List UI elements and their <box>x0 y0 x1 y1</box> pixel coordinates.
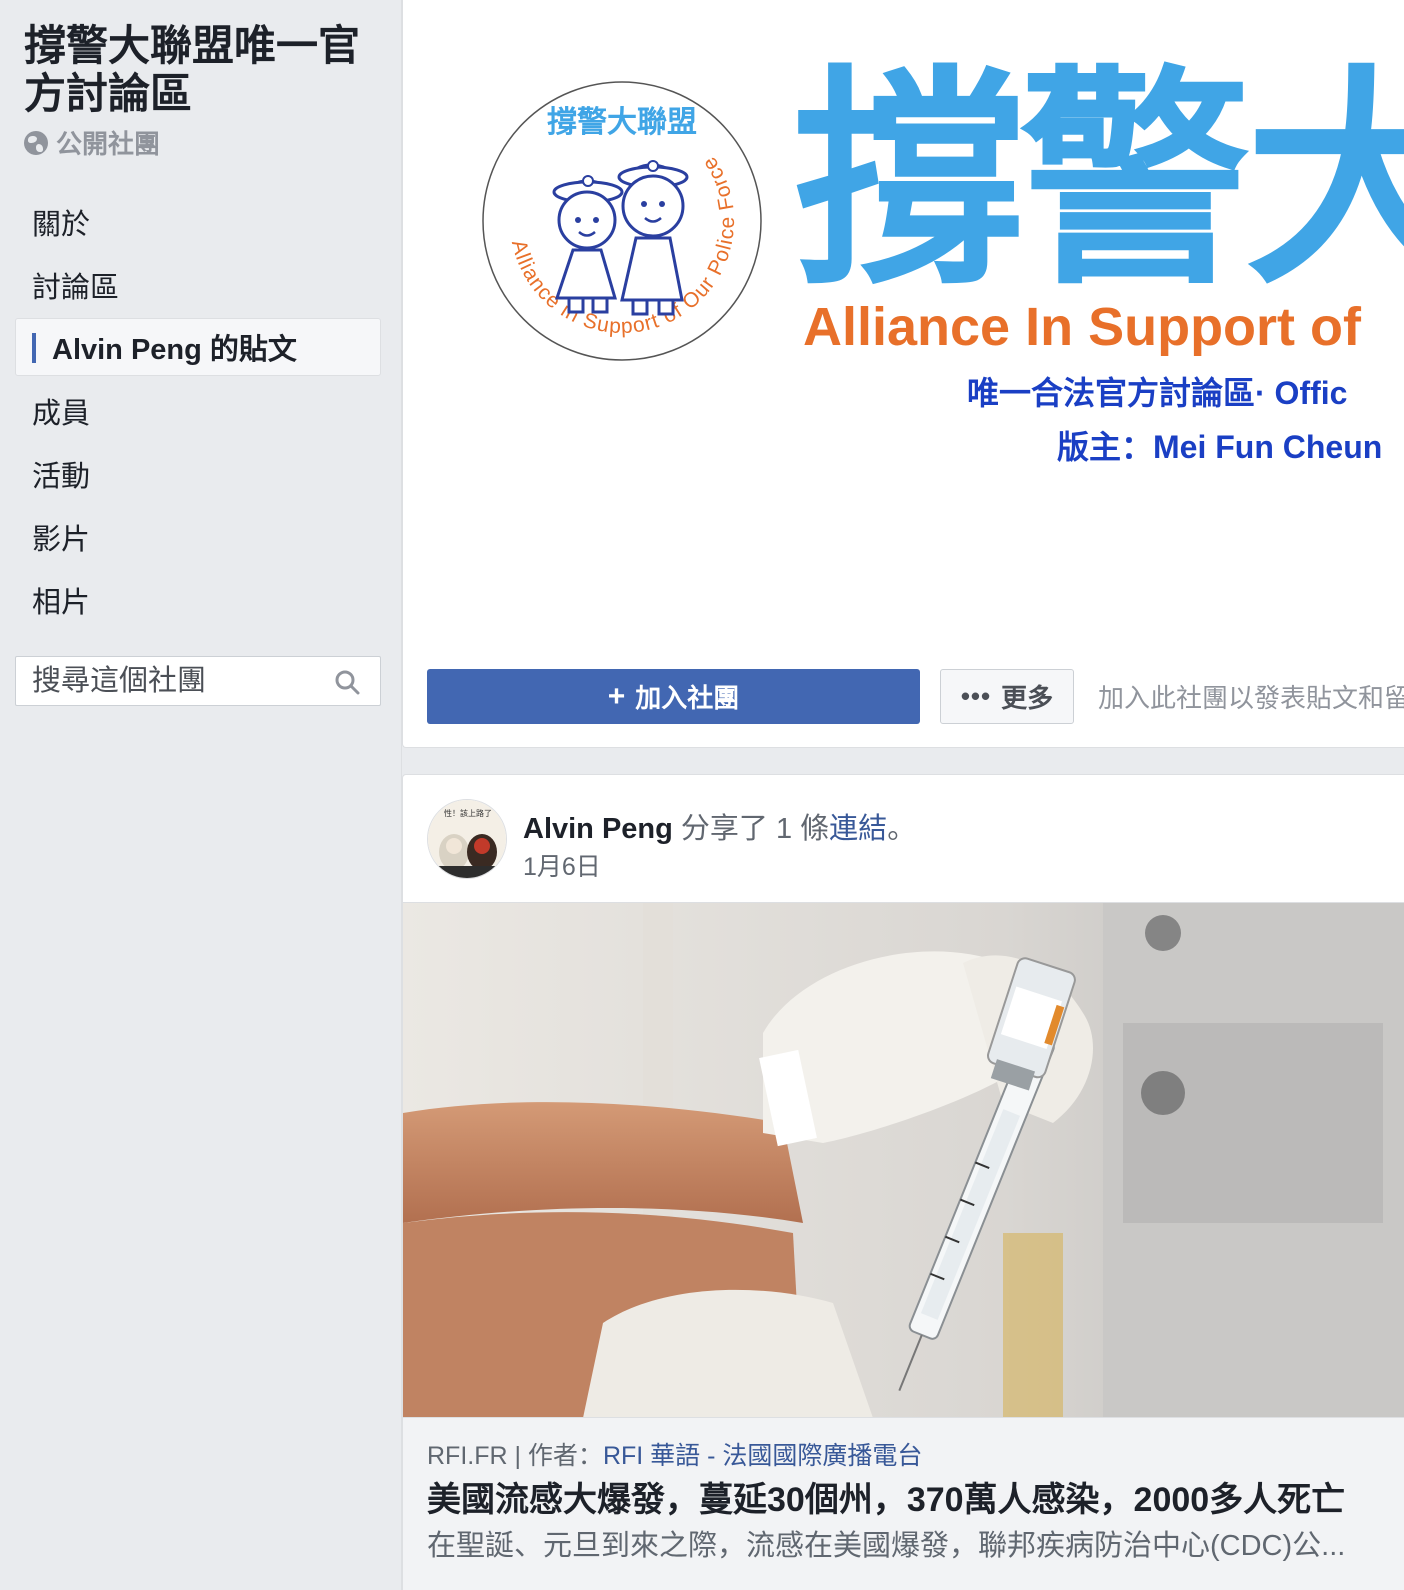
privacy-status: 公開社團 <box>24 124 160 161</box>
nav-item-about[interactable]: 關於 <box>15 190 381 253</box>
alliance-logo: Alliance in Support of Our Police Force … <box>482 81 762 361</box>
cover-english-title: Alliance In Support of <box>803 297 1362 357</box>
link-source: RFI.FR | 作者：RFI 華語 - 法國國際廣播電台 <box>427 1436 922 1472</box>
more-button[interactable]: ••• 更多 <box>940 669 1074 724</box>
join-hint-text: 加入此社團以發表貼文和留 <box>1098 683 1404 713</box>
nav-item-events[interactable]: 活動 <box>15 442 381 505</box>
post-link[interactable]: 連結 <box>829 813 887 845</box>
nav-item-member-posts[interactable]: Alvin Peng 的貼文 <box>15 318 381 376</box>
avatar[interactable]: 性！該上路了 <box>427 799 507 879</box>
join-group-button[interactable]: + 加入社團 <box>427 669 920 724</box>
link-preview[interactable]: RFI.FR | 作者：RFI 華語 - 法國國際廣播電台 美國流感大爆發，蔓延… <box>403 1417 1404 1590</box>
svg-text:撐警大聯盟: 撐警大聯盟 <box>547 105 697 140</box>
nav-item-photos[interactable]: 相片 <box>15 568 381 631</box>
link-preview-image[interactable] <box>403 902 1404 1417</box>
post-author[interactable]: Alvin Peng <box>523 813 673 845</box>
link-separator: | 作者： <box>507 1442 603 1470</box>
post-header: Alvin Peng 分享了 1 條連結。 <box>523 805 916 847</box>
nav-item-members[interactable]: 成員 <box>15 379 381 442</box>
search-icon[interactable] <box>334 669 360 695</box>
post-timestamp[interactable]: 1月6日 <box>523 847 601 883</box>
nav-item-discussion[interactable]: 討論區 <box>15 253 381 316</box>
cover-subtitle: 唯一合法官方討論區· Offic <box>967 375 1348 411</box>
plus-icon: + <box>607 679 626 713</box>
group-nav: 關於 討論區 Alvin Peng 的貼文 成員 活動 影片 相片 <box>15 190 381 631</box>
link-title[interactable]: 美國流感大爆發，蔓延30個州，370萬人感染，2000多人死亡 <box>427 1472 1345 1521</box>
group-search <box>15 656 381 706</box>
cover-photo[interactable]: Alliance in Support of Our Police Force … <box>403 0 1404 645</box>
group-header: Alliance in Support of Our Police Force … <box>402 0 1404 748</box>
cover-big-title: 撐警大 <box>793 52 1404 311</box>
group-title[interactable]: 撐警大聯盟唯一官方討論區 <box>24 22 374 118</box>
svg-text:性！該上路了: 性！該上路了 <box>444 808 492 818</box>
link-domain: RFI.FR <box>427 1442 508 1470</box>
post-suffix: 。 <box>887 813 917 845</box>
shared-link-post: 性！該上路了 Alvin Peng 分享了 1 條連結。 1月6日 RFI.FR… <box>402 774 1404 1590</box>
link-description: 在聖誕、元旦到來之際，流感在美國爆發，聯邦疾病防治中心(CDC)公... <box>427 1530 1346 1562</box>
link-author[interactable]: RFI 華語 - 法國國際廣播電台 <box>603 1442 922 1470</box>
globe-icon <box>24 130 48 155</box>
more-label: 更多 <box>1001 683 1054 713</box>
ellipsis-icon: ••• <box>960 681 992 711</box>
post-action: 分享了 1 條 <box>672 813 830 845</box>
privacy-label: 公開社團 <box>56 129 161 159</box>
cover-moderator: 版主：Mei Fun Cheun <box>1057 429 1383 465</box>
join-group-label: 加入社團 <box>635 683 740 713</box>
search-input[interactable] <box>32 664 322 698</box>
nav-item-videos[interactable]: 影片 <box>15 505 381 568</box>
group-sidebar: 撐警大聯盟唯一官方討論區 公開社團 關於 討論區 Alvin Peng 的貼文 … <box>0 0 402 1590</box>
